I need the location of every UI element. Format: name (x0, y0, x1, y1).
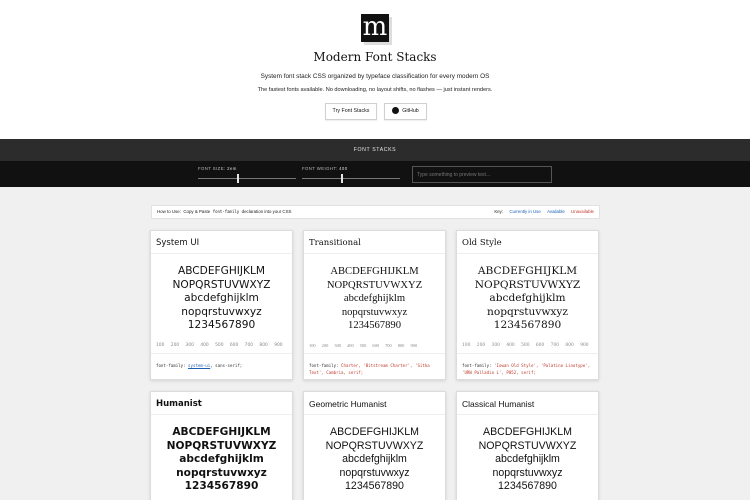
card-classical-humanist[interactable]: Classical Humanist ABCDEFGHIJKLM NOPQRSTU… (456, 391, 599, 500)
key-legend: Key: Currently in Use Available Unavaila… (494, 206, 594, 218)
divider (304, 253, 445, 254)
toolbar-controls: FONT SIZE: 2em FONT WEIGHT: 400 (0, 161, 750, 187)
card-title: Classical Humanist (462, 399, 535, 409)
key-available: Available (547, 209, 565, 214)
font-weight-value: 400 (339, 166, 348, 171)
card-title: Transitional (309, 238, 361, 248)
font-size-label: FONT SIZE: 2em (198, 166, 237, 171)
divider (151, 353, 292, 354)
preview-text-input[interactable] (412, 166, 552, 183)
card-title: Humanist (156, 399, 202, 409)
card-humanist[interactable]: Humanist ABCDEFGHIJKLM NOPQRSTUVWXYZ abcde… (150, 391, 293, 500)
try-font-stacks-button[interactable]: Try Font Stacks (325, 103, 377, 120)
font-sample: ABCDEFGHIJKLM NOPQRSTUVWXYZ abcdefghijklm n… (326, 266, 423, 332)
css-declaration[interactable]: font-family: 'Iowan Old Style', 'Palatin… (462, 362, 596, 376)
key-unavailable: Unavailable (571, 209, 594, 214)
tagline: System font stack CSS organized by typef… (260, 73, 490, 80)
font-weight-label: FONT WEIGHT: 400 (302, 166, 348, 171)
font-sample: ABCDEFGHIJKLM NOPQRSTUVWXYZ abcdefghijklm n… (166, 426, 277, 493)
divider (151, 253, 292, 254)
key-in-use: Currently in Use (509, 209, 541, 214)
divider (151, 414, 292, 415)
divider (457, 414, 598, 415)
font-sample: ABCDEFGHIJKLM NOPQRSTUVWXYZ abcdefghijklm n… (172, 265, 271, 332)
site-logo: m (361, 12, 389, 42)
weight-scale: 100 200 300 400 500 600 700 800 900 (156, 343, 283, 348)
divider (304, 353, 445, 354)
how-to-use-bar: How to Use: Copy & Paste font-family dec… (151, 205, 600, 219)
subline: The fastest fonts available. No download… (257, 87, 493, 93)
card-old-style[interactable]: Old Style ABCDEFGHIJKLM NOPQRSTUVWXYZ abcd… (456, 230, 599, 380)
divider (304, 414, 445, 415)
divider (457, 253, 598, 254)
font-weight-slider[interactable] (302, 174, 400, 183)
toolbar-title: FONT STACKS (353, 147, 397, 153)
card-title: Geometric Humanist (309, 399, 387, 409)
toolbar-header: FONT STACKS (0, 139, 750, 161)
font-size-value: 2em (227, 166, 237, 171)
site-title: Modern Font Stacks (313, 50, 437, 64)
font-sample: ABCDEFGHIJKLM NOPQRSTUVWXYZ abcdefghijklm n… (325, 426, 424, 493)
howto-instruction: Copy & Paste (183, 209, 211, 214)
font-sample: ABCDEFGHIJKLM NOPQRSTUVWXYZ abcdefghijklm n… (478, 426, 577, 493)
font-size-slider[interactable] (198, 174, 296, 183)
github-button[interactable]: GitHub (384, 103, 427, 120)
weight-scale: 100 200 300 400 500 600 700 800 900 (462, 343, 589, 348)
weight-scale: 100 200 300 400 500 600 700 800 900 (309, 343, 418, 348)
font-weight-slider-knob[interactable] (341, 174, 343, 183)
howto-code: font-family (212, 209, 240, 214)
main-content: How to Use: Copy & Paste font-family dec… (0, 187, 750, 500)
card-geometric-humanist[interactable]: Geometric Humanist ABCDEFGHIJKLM NOPQRSTU… (303, 391, 446, 500)
css-declaration[interactable]: font-family: system-ui, sans-serif; (156, 362, 290, 369)
howto-prefix: How to Use: (157, 209, 181, 214)
css-declaration[interactable]: font-family: Charter, 'Bitstream Charter… (309, 362, 443, 376)
card-title: Old Style (462, 238, 502, 248)
github-icon (392, 106, 400, 114)
github-button-label: GitHub (402, 108, 419, 114)
card-title: System UI (156, 238, 200, 248)
font-sample: ABCDEFGHIJKLM NOPQRSTUVWXYZ abcdefghijklm n… (474, 265, 581, 332)
card-transitional[interactable]: Transitional ABCDEFGHIJKLM NOPQRSTUVWXYZ a… (303, 230, 446, 380)
howto-suffix: declaration into your CSS (241, 209, 292, 214)
font-size-slider-knob[interactable] (237, 174, 239, 183)
card-system-ui[interactable]: System UI ABCDEFGHIJKLM NOPQRSTUVWXYZ abcd… (150, 230, 293, 380)
divider (457, 353, 598, 354)
key-label: Key: (494, 209, 504, 214)
